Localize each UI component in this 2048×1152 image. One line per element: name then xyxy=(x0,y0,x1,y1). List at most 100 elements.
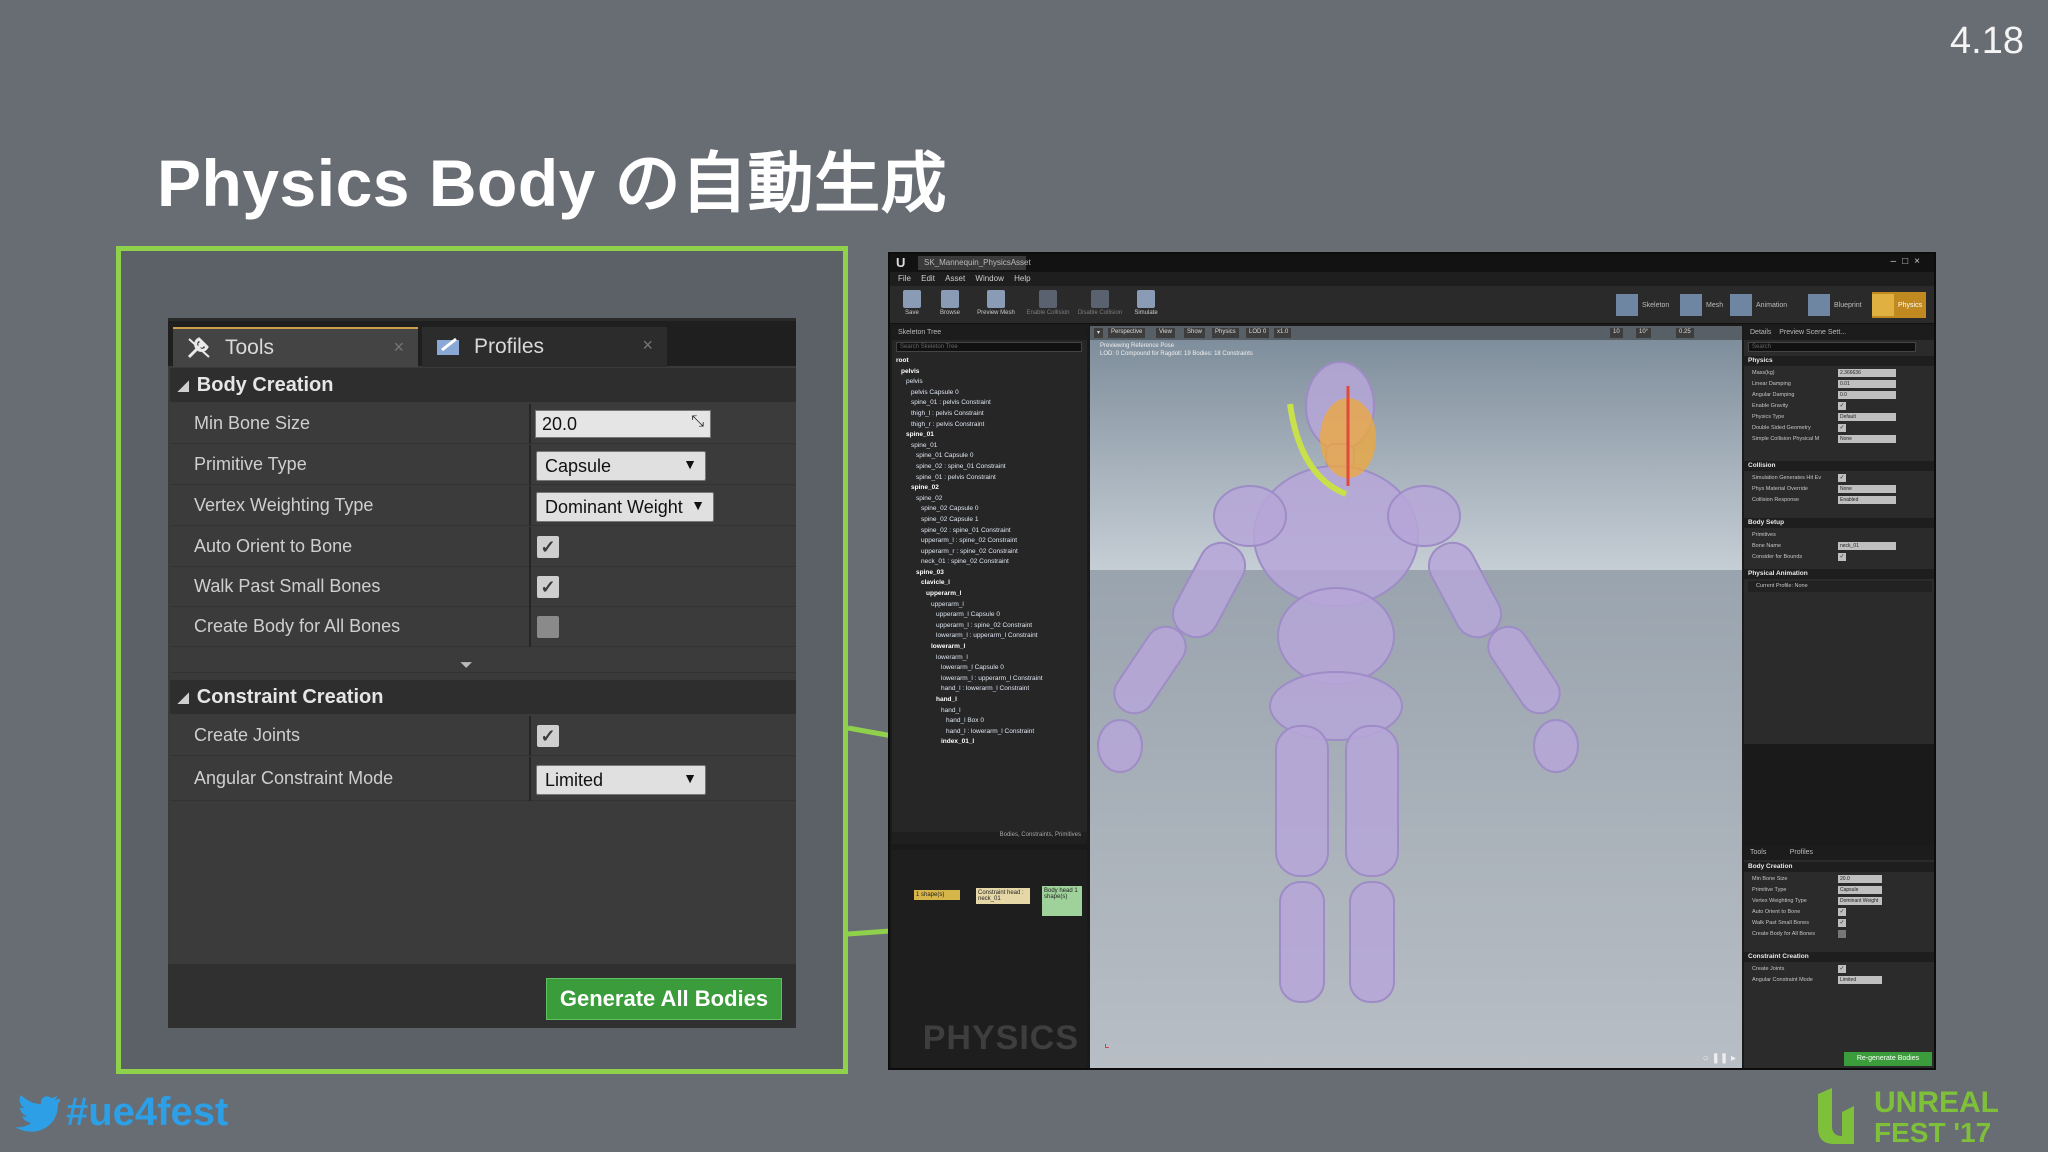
viewport[interactable]: ▾ Perspective View Show Physics LOD 0 x1… xyxy=(1090,326,1742,1068)
property-value[interactable]: 20.0 xyxy=(1838,875,1882,883)
tree-item[interactable]: hand_l xyxy=(896,706,1082,717)
tree-item[interactable]: clavicle_l xyxy=(896,578,1082,589)
checkbox[interactable]: ✓ xyxy=(1838,424,1846,432)
tree-item[interactable]: spine_02 xyxy=(896,494,1082,505)
tree-item[interactable]: hand_l xyxy=(896,695,1082,706)
disable-collision-button[interactable]: Disable Collision xyxy=(1076,290,1124,320)
viewport-options-button[interactable]: ▾ xyxy=(1094,328,1104,338)
details-section[interactable]: Physical Animation xyxy=(1744,569,1934,579)
tree-item[interactable]: pelvis Capsule 0 xyxy=(896,388,1082,399)
tab-tools[interactable]: Tools × xyxy=(173,327,418,367)
tree-item[interactable]: upperarm_r : spine_02 Constraint xyxy=(896,547,1082,558)
simulate-button[interactable]: Simulate xyxy=(1128,290,1164,320)
save-button[interactable]: Save xyxy=(894,290,930,320)
menu-asset[interactable]: Asset xyxy=(945,274,965,283)
details-section[interactable]: Body Setup xyxy=(1744,518,1934,528)
skeleton-search-input[interactable]: Search Skeleton Tree xyxy=(896,342,1082,352)
menu-help[interactable]: Help xyxy=(1014,274,1030,283)
property-value[interactable]: Dominant Weight xyxy=(1838,897,1882,905)
view-mode-button[interactable]: View xyxy=(1156,328,1175,338)
auto-orient-checkbox[interactable]: ✓ xyxy=(537,536,559,558)
property-value[interactable]: Default xyxy=(1838,413,1896,421)
property-value[interactable]: 0.0 xyxy=(1838,391,1896,399)
tree-item[interactable]: thigh_r : pelvis Constraint xyxy=(896,420,1082,431)
expand-advanced-icon[interactable]: ⏷ xyxy=(460,657,473,675)
tree-item[interactable]: lowerarm_l xyxy=(896,642,1082,653)
property-value[interactable]: 2.366636 xyxy=(1838,369,1896,377)
min-bone-size-field[interactable]: 20.0 ⤡ xyxy=(535,410,711,438)
mode-mesh[interactable]: Mesh xyxy=(1680,292,1723,318)
tree-item[interactable]: thigh_l : pelvis Constraint xyxy=(896,409,1082,420)
tree-item[interactable]: root xyxy=(896,356,1082,367)
mode-animation[interactable]: Animation xyxy=(1730,292,1787,318)
section-body-creation[interactable]: ◢ Body Creation xyxy=(170,368,796,402)
tree-item[interactable]: hand_l : lowerarm_l Constraint xyxy=(896,727,1082,738)
tree-item[interactable]: spine_02 : spine_01 Constraint xyxy=(896,462,1082,473)
tree-item[interactable]: lowerarm_l xyxy=(896,653,1082,664)
checkbox[interactable]: ✓ xyxy=(1838,965,1846,973)
menu-window[interactable]: Window xyxy=(975,274,1003,283)
property-value[interactable]: Capsule xyxy=(1838,886,1882,894)
graph-node[interactable]: Body head 1 shape(s) xyxy=(1042,886,1082,916)
property-value[interactable]: None xyxy=(1838,485,1896,493)
tree-item[interactable]: spine_02 xyxy=(896,483,1082,494)
details-section[interactable]: Collision xyxy=(1744,461,1934,471)
details-search-input[interactable]: Search xyxy=(1748,342,1916,352)
browse-button[interactable]: Browse xyxy=(932,290,968,320)
generate-all-bodies-button[interactable]: Generate All Bodies xyxy=(546,978,782,1020)
vertex-weighting-dropdown[interactable]: Dominant Weight ▼ xyxy=(536,492,714,522)
checkbox[interactable]: ✓ xyxy=(1838,919,1846,927)
mini-section[interactable]: Body Creation xyxy=(1744,862,1934,872)
tree-item[interactable]: lowerarm_l : upperarm_l Constraint xyxy=(896,674,1082,685)
close-icon[interactable]: × xyxy=(393,337,404,358)
physics-view-button[interactable]: Physics xyxy=(1212,328,1239,338)
walk-past-checkbox[interactable]: ✓ xyxy=(537,576,559,598)
preview-mesh-button[interactable]: Preview Mesh xyxy=(972,290,1020,320)
angular-mode-dropdown[interactable]: Limited ▼ xyxy=(536,765,706,795)
tree-item[interactable]: spine_02 Capsule 1 xyxy=(896,515,1082,526)
spin-arrows-icon[interactable]: ⤡ xyxy=(691,413,704,431)
rotation-snap-value[interactable]: 10° xyxy=(1636,328,1652,338)
checkbox[interactable] xyxy=(1838,930,1846,938)
property-value[interactable]: 0.01 xyxy=(1838,380,1896,388)
mini-section[interactable]: Constraint Creation xyxy=(1744,952,1934,962)
section-constraint-creation[interactable]: ◢ Constraint Creation xyxy=(170,680,796,714)
regenerate-bodies-button[interactable]: Re-generate Bodies xyxy=(1844,1052,1932,1066)
mode-skeleton[interactable]: Skeleton xyxy=(1616,292,1669,318)
close-icon[interactable]: × xyxy=(642,335,653,356)
tree-item[interactable]: lowerarm_l : upperarm_l Constraint xyxy=(896,631,1082,642)
details-tab[interactable]: Details Preview Scene Sett... xyxy=(1744,326,1934,340)
checkbox[interactable]: ✓ xyxy=(1838,553,1846,561)
skeleton-filter-dropdown[interactable]: Bodies, Constraints, Primitives xyxy=(892,832,1087,844)
tab-profiles-mini[interactable]: Profiles xyxy=(1790,849,1813,856)
tree-item[interactable]: pelvis xyxy=(896,377,1082,388)
create-all-checkbox[interactable]: ✓ xyxy=(537,616,559,638)
tree-item[interactable]: spine_01 xyxy=(896,441,1082,452)
checkbox[interactable]: ✓ xyxy=(1838,908,1846,916)
tab-tools-mini[interactable]: Tools xyxy=(1750,849,1766,856)
property-value[interactable]: Enabled xyxy=(1838,496,1896,504)
scale-snap-value[interactable]: 0.25 xyxy=(1676,328,1694,338)
tree-item[interactable]: spine_01 Capsule 0 xyxy=(896,451,1082,462)
tree-item[interactable]: spine_01 : pelvis Constraint xyxy=(896,473,1082,484)
tree-item[interactable]: upperarm_l : spine_02 Constraint xyxy=(896,621,1082,632)
tree-item[interactable]: upperarm_l Capsule 0 xyxy=(896,610,1082,621)
details-section[interactable]: Physics xyxy=(1744,356,1934,366)
graph-node[interactable]: 1 shape(s) xyxy=(914,890,960,900)
window-controls[interactable]: –□× xyxy=(1891,256,1926,267)
menu-file[interactable]: File xyxy=(898,274,911,283)
tree-item[interactable]: upperarm_l xyxy=(896,589,1082,600)
lod-button[interactable]: LOD 0 xyxy=(1246,328,1270,338)
grid-snap-value[interactable]: 10 xyxy=(1610,328,1623,338)
tree-item[interactable]: index_01_l xyxy=(896,737,1082,748)
tree-item[interactable]: neck_01 : spine_02 Constraint xyxy=(896,557,1082,568)
perspective-button[interactable]: Perspective xyxy=(1108,328,1146,338)
tree-item[interactable]: spine_03 xyxy=(896,568,1082,579)
menu-edit[interactable]: Edit xyxy=(921,274,935,283)
skeleton-tree-tab[interactable]: Skeleton Tree xyxy=(892,326,1087,340)
tab-label[interactable]: Preview Scene Sett... xyxy=(1779,329,1846,336)
tree-item[interactable]: upperarm_l xyxy=(896,600,1082,611)
tree-item[interactable]: spine_02 Capsule 0 xyxy=(896,504,1082,515)
tree-item[interactable]: spine_01 : pelvis Constraint xyxy=(896,398,1082,409)
tree-item[interactable]: lowerarm_l Capsule 0 xyxy=(896,663,1082,674)
